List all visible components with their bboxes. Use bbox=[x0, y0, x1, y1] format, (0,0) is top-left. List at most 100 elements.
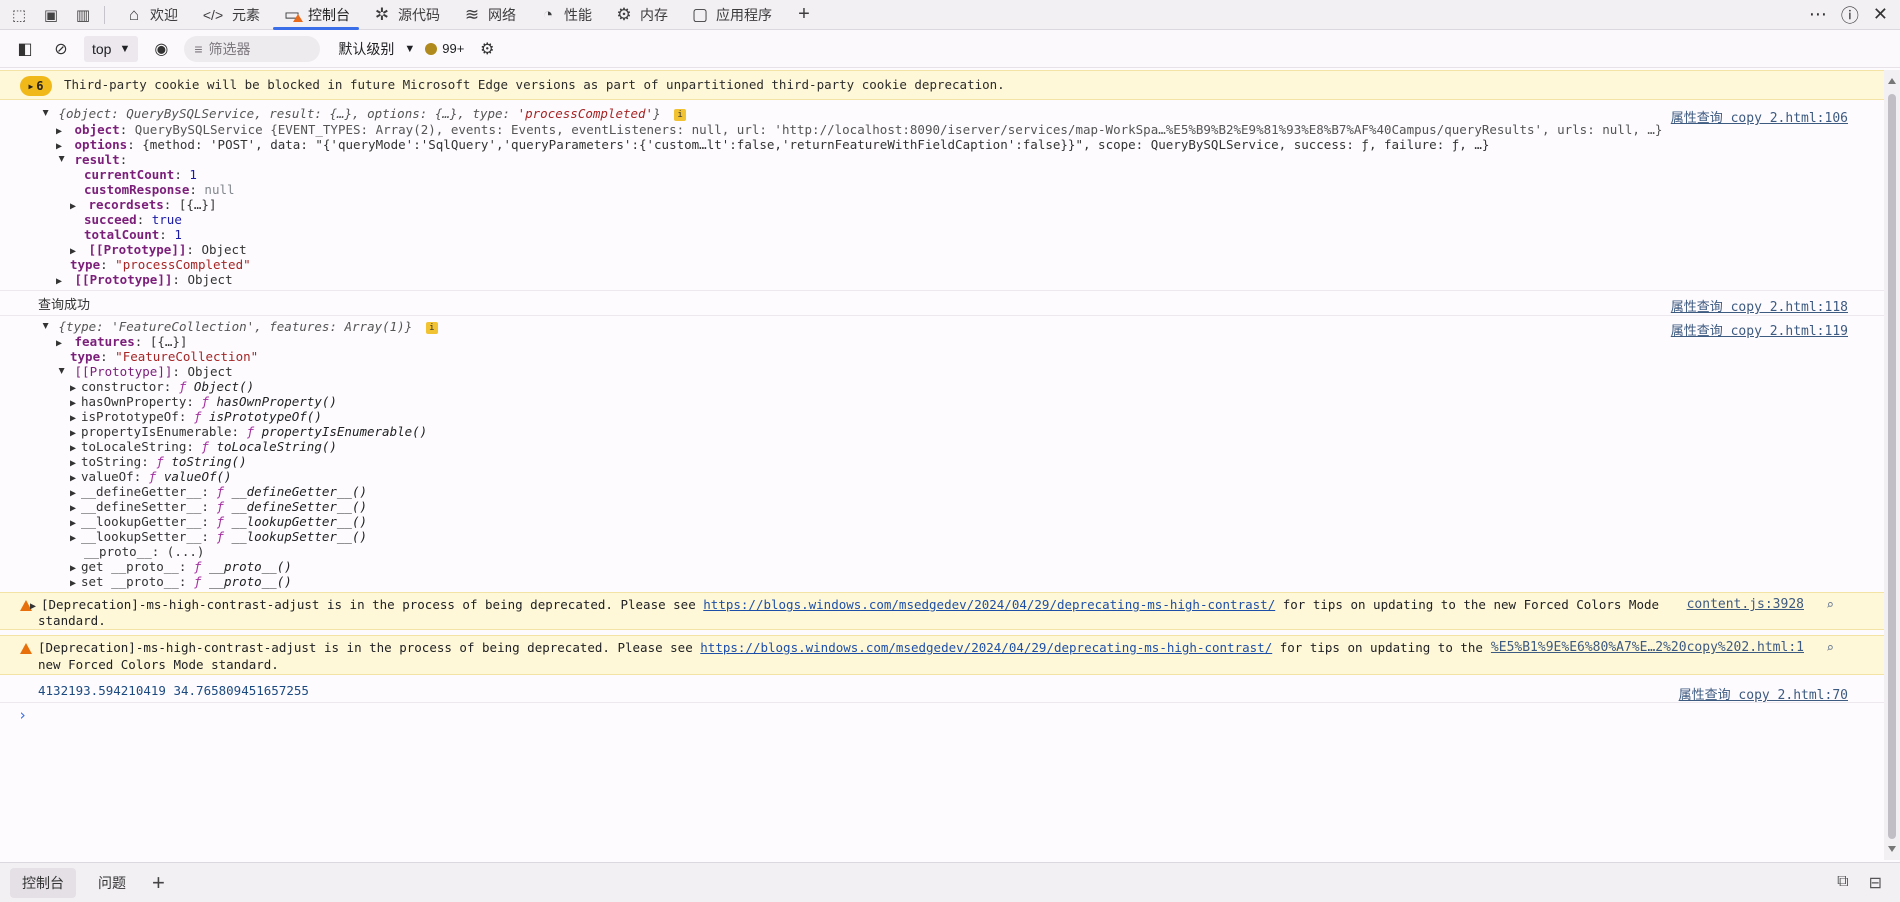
options-property-row[interactable]: ▶ options: {method: 'POST', data: "{'que… bbox=[56, 137, 1489, 152]
issues-badge[interactable]: ▶ 6 bbox=[20, 76, 52, 96]
function-icon: ƒ bbox=[216, 499, 232, 514]
prototype-row[interactable]: ▶ [[Prototype]]: Object bbox=[56, 364, 233, 379]
expand-triangle-icon[interactable]: ▶ bbox=[56, 156, 67, 167]
dock-side-icon[interactable]: ▥ bbox=[70, 2, 96, 28]
log-entry-object[interactable]: ▶ {type: 'FeatureCollection', features: … bbox=[40, 319, 438, 334]
member-key: constructor bbox=[81, 379, 164, 394]
info-icon[interactable]: i bbox=[425, 321, 438, 334]
scrollbar-thumb[interactable] bbox=[1888, 94, 1896, 839]
console-output[interactable]: ▶ 6 Third-party cookie will be blocked i… bbox=[0, 70, 1884, 860]
chevron-down-icon: ▼ bbox=[119, 42, 131, 55]
close-icon[interactable]: ✕ bbox=[1873, 4, 1888, 25]
source-link[interactable]: %E5%B1%9E%E6%80%A7%E…2%20copy%202.html:1 bbox=[1491, 640, 1804, 655]
member-key: toLocaleString bbox=[81, 439, 187, 454]
expand-triangle-icon[interactable]: ▶ bbox=[70, 246, 81, 257]
info-icon[interactable]: i bbox=[674, 108, 687, 121]
proto-setter-row[interactable]: ▶ set __proto__: ƒ __proto__() bbox=[70, 574, 292, 589]
result-property-row[interactable]: ▶ result: bbox=[56, 152, 127, 167]
collapse-drawer-icon[interactable]: ⊟ bbox=[1869, 873, 1882, 893]
source-link[interactable]: content.js:3928 bbox=[1687, 597, 1804, 612]
member-key: __defineGetter__ bbox=[81, 484, 202, 499]
proto-getter-row[interactable]: ▶ get __proto__: ƒ __proto__() bbox=[70, 559, 292, 574]
help-icon[interactable]: ⓘ bbox=[1841, 2, 1859, 28]
function-icon: ƒ bbox=[178, 379, 194, 394]
tab-application[interactable]: ▢ 应用程序 bbox=[679, 0, 783, 30]
prototype-member-row[interactable]: ▶ propertyIsEnumerable: ƒ propertyIsEnume… bbox=[70, 424, 427, 439]
object-property-row[interactable]: ▶ object: QueryBySQLService {EVENT_TYPES… bbox=[56, 122, 1662, 137]
function-icon: ƒ bbox=[201, 394, 217, 409]
deprecation-warning[interactable]: ▶ [Deprecation]-ms-high-contrast-adjust i… bbox=[0, 592, 1884, 630]
source-link[interactable]: 属性查询 copy 2.html:70 bbox=[1679, 684, 1848, 703]
search-icon[interactable]: ⌕ bbox=[1826, 598, 1834, 613]
source-link[interactable]: 属性查询 copy 2.html:106 bbox=[1671, 107, 1848, 126]
sidebar-toggle-icon[interactable]: ◧ bbox=[12, 36, 38, 62]
log-summary: {object: QueryBySQLService, result: {…},… bbox=[58, 106, 518, 121]
result-prototype-row[interactable]: ▶ [[Prototype]]: Object bbox=[70, 242, 247, 257]
expand-triangle-icon[interactable]: ▶ bbox=[56, 368, 67, 379]
clear-console-icon[interactable]: ⊘ bbox=[48, 36, 74, 62]
tab-console[interactable]: ▭ 控制台 bbox=[271, 0, 361, 30]
expand-triangle-icon[interactable]: ▶ bbox=[56, 338, 67, 349]
wifi-icon: ≋ bbox=[464, 4, 480, 24]
prototype-member-row[interactable]: ▶ constructor: ƒ Object() bbox=[70, 379, 254, 394]
function-icon: ƒ bbox=[156, 454, 172, 469]
tab-network[interactable]: ≋ 网络 bbox=[451, 0, 527, 30]
live-expression-eye-icon[interactable]: ◉ bbox=[148, 36, 174, 62]
object-prototype-row[interactable]: ▶ [[Prototype]]: Object bbox=[56, 272, 233, 287]
tab-elements[interactable]: </> 元素 bbox=[189, 0, 271, 30]
device-emulation-icon[interactable]: ▣ bbox=[38, 2, 64, 28]
expand-triangle-icon[interactable]: ▶ bbox=[56, 126, 67, 137]
property-key: [[Prototype]] bbox=[74, 272, 173, 287]
dock-drawer-icon[interactable]: ⧉ bbox=[1837, 873, 1848, 893]
prototype-member-row[interactable]: ▶ toString: ƒ toString() bbox=[70, 454, 247, 469]
prototype-member-row[interactable]: ▶ isPrototypeOf: ƒ isPrototypeOf() bbox=[70, 409, 322, 424]
warning-url[interactable]: https://blogs.windows.com/msedgedev/2024… bbox=[703, 597, 1275, 612]
prototype-member-row[interactable]: ▶ __lookupSetter__: ƒ __lookupSetter__() bbox=[70, 529, 367, 544]
source-link[interactable]: 属性查询 copy 2.html:119 bbox=[1671, 320, 1848, 339]
filter-input[interactable]: ≡ 筛选器 bbox=[184, 35, 321, 62]
expand-triangle-icon[interactable]: ▶ bbox=[56, 141, 67, 152]
expand-triangle-icon[interactable]: ▶ bbox=[70, 201, 81, 212]
prototype-member-row[interactable]: ▶ __defineGetter__: ƒ __defineGetter__() bbox=[70, 484, 367, 499]
expand-triangle-icon[interactable]: ▶ bbox=[30, 601, 41, 612]
scroll-up-arrow-icon[interactable] bbox=[1888, 78, 1896, 84]
log-level-select[interactable]: 默认级别 ▼ bbox=[338, 39, 415, 59]
source-link[interactable]: 属性查询 copy 2.html:118 bbox=[1671, 296, 1848, 315]
recordsets-row[interactable]: ▶ recordsets: [{…}] bbox=[70, 197, 217, 212]
property-value: {method: 'POST', data: "{'queryMode':'Sq… bbox=[142, 137, 1490, 152]
issues-count-badge[interactable]: 99+ bbox=[425, 41, 464, 56]
plus-icon: + bbox=[798, 3, 810, 25]
more-options-icon[interactable]: ⋯ bbox=[1809, 4, 1827, 25]
prototype-member-row[interactable]: ▶ valueOf: ƒ valueOf() bbox=[70, 469, 232, 484]
warning-url[interactable]: https://blogs.windows.com/msedgedev/2024… bbox=[700, 640, 1272, 655]
expand-triangle-icon[interactable]: ▶ bbox=[56, 276, 67, 287]
add-tab-button[interactable]: + bbox=[783, 0, 825, 30]
prototype-member-row[interactable]: ▶ __defineSetter__: ƒ __defineSetter__() bbox=[70, 499, 367, 514]
drawer-tab-console[interactable]: 控制台 bbox=[10, 867, 76, 898]
features-row[interactable]: ▶ features: [{…}] bbox=[56, 334, 187, 349]
prototype-member-row[interactable]: ▶ toLocaleString: ƒ toLocaleString() bbox=[70, 439, 337, 454]
context-select[interactable]: top ▼ bbox=[84, 35, 139, 62]
expand-triangle-icon[interactable]: ▶ bbox=[40, 323, 51, 334]
tab-memory[interactable]: ⚙ 内存 bbox=[603, 0, 679, 30]
tab-welcome[interactable]: ⌂ 欢迎 bbox=[113, 0, 189, 30]
member-value: __lookupGetter__() bbox=[231, 514, 368, 529]
proto-plain-row[interactable]: __proto__: (...) bbox=[84, 544, 204, 559]
divider bbox=[0, 290, 1884, 291]
tab-performance[interactable]: ◔ 性能 bbox=[527, 0, 603, 30]
console-settings-gear-icon[interactable]: ⚙ bbox=[474, 36, 500, 62]
inspect-element-icon[interactable]: ⬚ bbox=[6, 2, 32, 28]
log-entry-object[interactable]: ▶ {object: QueryBySQLService, result: {…… bbox=[40, 106, 687, 121]
expand-triangle-icon[interactable]: ▶ bbox=[40, 110, 51, 121]
deprecation-warning[interactable]: [Deprecation]-ms-high-contrast-adjust is… bbox=[0, 635, 1884, 675]
console-prompt-icon[interactable]: › bbox=[18, 706, 27, 724]
drawer-tab-issues[interactable]: 问题 bbox=[86, 868, 138, 898]
prototype-member-row[interactable]: ▶ hasOwnProperty: ƒ hasOwnProperty() bbox=[70, 394, 337, 409]
plus-icon[interactable]: + bbox=[152, 870, 165, 896]
search-icon[interactable]: ⌕ bbox=[1826, 641, 1834, 656]
prototype-member-row[interactable]: ▶ __lookupGetter__: ƒ __lookupGetter__() bbox=[70, 514, 367, 529]
scroll-down-arrow-icon[interactable] bbox=[1888, 846, 1896, 852]
console-scrollbar[interactable] bbox=[1884, 70, 1900, 860]
issues-banner[interactable]: ▶ 6 Third-party cookie will be blocked i… bbox=[0, 70, 1884, 100]
tab-sources[interactable]: ✲ 源代码 bbox=[361, 0, 451, 30]
